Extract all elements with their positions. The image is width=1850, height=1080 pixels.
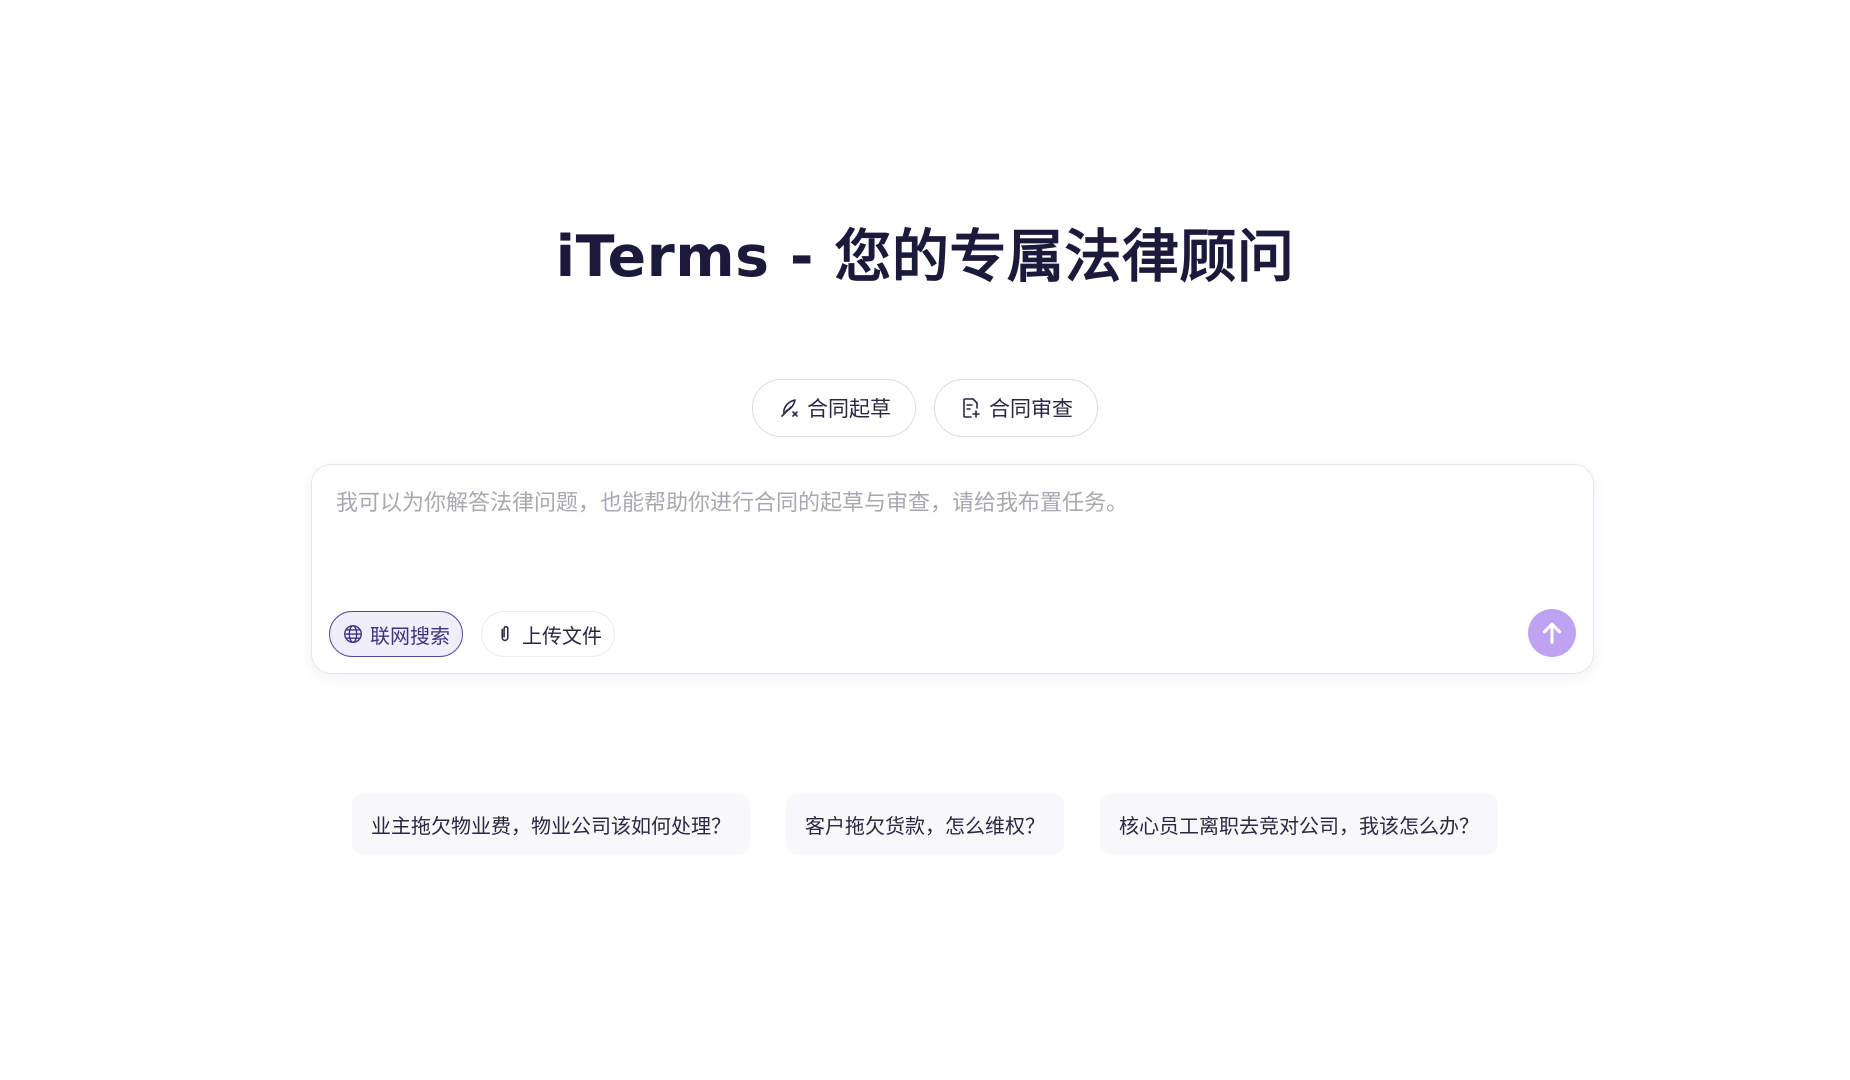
upload-file-button[interactable]: 上传文件 (481, 611, 615, 657)
message-composer: 联网搜索 上传文件 (311, 464, 1594, 674)
composer-tools: 联网搜索 上传文件 (329, 611, 615, 657)
contract-review-label: 合同审查 (989, 397, 1073, 421)
suggested-questions: 业主拖欠物业费，物业公司该如何处理？ 客户拖欠货款，怎么维权？ 核心员工离职去竞… (0, 794, 1850, 854)
suggestion-chip[interactable]: 核心员工离职去竞对公司，我该怎么办？ (1100, 794, 1498, 854)
arrow-up-icon (1538, 619, 1566, 647)
send-button[interactable] (1528, 609, 1576, 657)
upload-file-label: 上传文件 (522, 623, 602, 648)
contract-drafting-label: 合同起草 (807, 397, 891, 421)
contract-review-button[interactable]: 合同审查 (934, 379, 1098, 437)
page: iTerms - 您的专属法律顾问 合同起草 合同审查 我可以为你解答法律问题，… (0, 0, 1850, 1080)
contract-drafting-button[interactable]: 合同起草 (752, 379, 916, 437)
suggestion-chip[interactable]: 客户拖欠货款，怎么维权？ (786, 794, 1064, 854)
feather-pen-icon (777, 396, 801, 420)
message-input[interactable] (334, 483, 1568, 567)
suggestion-chip[interactable]: 业主拖欠物业费，物业公司该如何处理？ (352, 794, 750, 854)
paperclip-icon (494, 623, 516, 645)
web-search-toggle[interactable]: 联网搜索 (329, 611, 463, 657)
mode-selector: 合同起草 合同审查 (0, 379, 1850, 437)
page-title: iTerms - 您的专属法律顾问 (555, 224, 1295, 290)
document-review-icon (959, 396, 983, 420)
globe-icon (342, 623, 364, 645)
web-search-label: 联网搜索 (370, 623, 450, 648)
